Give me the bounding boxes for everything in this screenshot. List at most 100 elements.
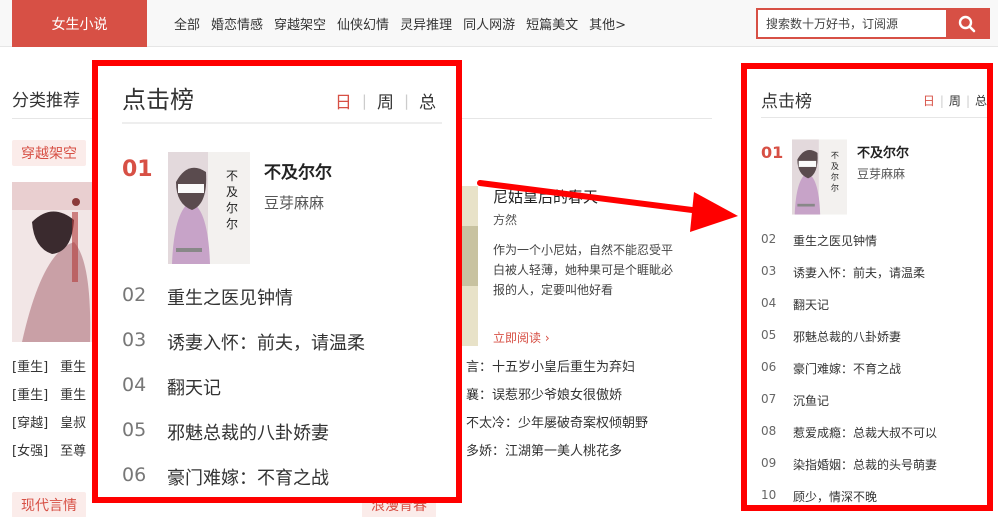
list-item[interactable]: 襄：误惹邪少爷娘女很傲娇 (466, 386, 648, 414)
list-item[interactable]: 05 邪魅总裁的八卦娇妻 (122, 419, 365, 464)
book-cover-image[interactable] (12, 182, 92, 342)
tab-separator: | (965, 93, 970, 108)
ranking-title: 点击榜 (761, 92, 812, 112)
ranking-list: 02 重生之医见钟情 03 诱妻入怀：前夫，请温柔 04 翻天记 05 邪魅总裁的八卦娇… (122, 284, 365, 497)
tab-total[interactable]: 总 (975, 92, 987, 109)
tab-week[interactable]: 周 (377, 88, 394, 113)
rank-number: 04 (122, 374, 147, 396)
list-item[interactable]: [重生] 重生 (12, 358, 86, 386)
rank-number: 03 (761, 264, 777, 278)
tag-modern-romance[interactable]: 现代言情 (12, 492, 86, 517)
list-item[interactable]: 04 翻天记 (761, 296, 937, 328)
list-title: 皇叔 (60, 416, 87, 431)
list-item[interactable]: 02 重生之医见钟情 (122, 284, 365, 329)
tab-day[interactable]: 日 (335, 88, 352, 113)
ranking-title: 点击榜 (122, 86, 194, 114)
list-item[interactable]: 06 豪门难嫁：不育之战 (122, 464, 365, 497)
list-item[interactable]: 07 沉鱼记 (761, 392, 937, 424)
tab-separator: | (939, 93, 944, 108)
top-book-cover[interactable]: 不 及 尔 尔 (168, 152, 250, 264)
nav-item-time-travel[interactable]: 穿越架空 (274, 14, 326, 33)
list-title: 重生 (60, 360, 87, 375)
ranking-tabs: 日 | 周 | 总 (923, 92, 987, 109)
nav-item-mystery[interactable]: 灵异推理 (400, 14, 452, 33)
nav-item-all[interactable]: 全部 (174, 14, 200, 33)
list-item[interactable]: 06 豪门难嫁：不育之战 (761, 360, 937, 392)
list-item[interactable]: [女强] 至尊 (12, 442, 86, 470)
nav-item-short-stories[interactable]: 短篇美文 (526, 14, 578, 33)
book-title: 邪魅总裁的八卦娇妻 (167, 423, 329, 444)
search-box (756, 8, 990, 39)
top-book-author: 豆芽麻麻 (857, 167, 906, 181)
tab-day[interactable]: 日 (923, 92, 935, 109)
list-item[interactable]: 03 诱妻入怀：前夫，请温柔 (761, 264, 937, 296)
featured-book-title[interactable]: 尼姑皇后的春天 (493, 186, 598, 207)
list-item[interactable]: 言：十五岁小皇后重生为弃妇 (466, 358, 648, 386)
svg-text:尔: 尔 (226, 216, 238, 231)
list-item[interactable]: 多娇：江湖第一美人桃花多 (466, 442, 648, 470)
rank-number: 01 (122, 157, 153, 182)
click-ranking-panel: 点击榜 日 | 周 | 总 01 不 及 尔 尔 不及尔尔 豆芽麻麻 02 重生之… (741, 63, 993, 511)
book-title: 沉鱼记 (793, 394, 830, 408)
nav-item-other[interactable]: 其他> (589, 14, 626, 33)
list-item[interactable]: [穿越] 皇叔 (12, 414, 86, 442)
list-item[interactable]: 08 惹爱成瘾：总裁大叔不可以 (761, 424, 937, 456)
ranking-list: 02 重生之医见钟情 03 诱妻入怀：前夫，请温柔 04 翻天记 05 邪魅总裁的八卦娇… (761, 232, 937, 505)
top-book-title[interactable]: 不及尔尔 (264, 158, 332, 183)
tag-time-travel[interactable]: 穿越架空 (12, 140, 86, 166)
list-item[interactable]: [重生] 重生 (12, 386, 86, 414)
read-now-label: 立即阅读 (493, 331, 542, 345)
nav-item-fanfic[interactable]: 同人网游 (463, 14, 515, 33)
list-item[interactable]: 03 诱妻入怀：前夫，请温柔 (122, 329, 365, 374)
list-item[interactable]: 10 顾少，情深不晚 (761, 488, 937, 505)
top-book-cover[interactable]: 不 及 尔 尔 (792, 138, 847, 216)
search-input[interactable] (758, 10, 946, 37)
rank-number: 02 (122, 284, 147, 306)
rank-number: 04 (761, 296, 777, 310)
zoomed-ranking-callout: 点击榜 日 | 周 | 总 01 不 及 尔 尔 不及尔尔 豆芽麻麻 02 重生之… (92, 60, 462, 503)
category-book-list: [重生] 重生 [重生] 重生 [穿越] 皇叔 [女强] 至尊 (12, 358, 86, 470)
top-book-author: 豆芽麻麻 (264, 194, 325, 212)
chevron-right-icon: › (544, 331, 550, 345)
tab-week[interactable]: 周 (949, 92, 961, 109)
svg-text:不: 不 (831, 151, 839, 160)
top-book-title[interactable]: 不及尔尔 (857, 142, 909, 161)
list-item[interactable]: 09 染指婚姻：总裁的头号萌妻 (761, 456, 937, 488)
list-item[interactable]: 05 邪魅总裁的八卦娇妻 (761, 328, 937, 360)
list-tag: [重生] (12, 388, 49, 403)
list-item[interactable]: 不太冷：少年屡破奇案权倾朝野 (466, 414, 648, 442)
tab-separator: | (403, 91, 409, 110)
nav-item-fantasy[interactable]: 仙侠幻情 (337, 14, 389, 33)
rank-number: 05 (122, 419, 147, 441)
svg-text:不: 不 (226, 169, 238, 183)
site-logo[interactable]: 女生小说 (12, 0, 147, 47)
rank-number: 08 (761, 424, 777, 438)
ranking-divider (122, 122, 442, 124)
logo-text: 女生小说 (51, 16, 108, 33)
book-title: 惹爱成瘾：总裁大叔不可以 (793, 426, 938, 440)
svg-text:及: 及 (226, 185, 238, 199)
search-icon (958, 15, 976, 32)
read-now-link[interactable]: 立即阅读 › (493, 329, 550, 346)
rank-number: 06 (761, 360, 777, 374)
nav-item-romance[interactable]: 婚恋情感 (211, 14, 263, 33)
list-title: 重生 (60, 388, 87, 403)
book-title: 豪门难嫁：不育之战 (793, 362, 902, 376)
book-title: 豪门难嫁：不育之战 (167, 468, 329, 489)
rank-number: 05 (761, 328, 777, 342)
list-item[interactable]: 02 重生之医见钟情 (761, 232, 937, 264)
book-title: 邪魅总裁的八卦娇妻 (793, 330, 902, 344)
book-title: 诱妻入怀：前夫，请温柔 (167, 333, 365, 354)
book-title: 染指婚姻：总裁的头号萌妻 (793, 458, 938, 472)
tab-total[interactable]: 总 (419, 88, 436, 113)
tab-separator: | (361, 91, 367, 110)
list-tag: [重生] (12, 360, 49, 375)
featured-book-cover[interactable] (462, 186, 478, 346)
search-button[interactable] (946, 10, 988, 37)
book-title: 翻天记 (167, 378, 221, 399)
rank-number: 02 (761, 232, 777, 246)
rank-number: 01 (761, 143, 784, 162)
book-title: 顾少，情深不晚 (793, 490, 878, 504)
list-item[interactable]: 04 翻天记 (122, 374, 365, 419)
top-navigation-bar: 女生小说 全部 婚恋情感 穿越架空 仙侠幻情 灵异推理 同人网游 短篇美文 其他… (0, 0, 998, 47)
